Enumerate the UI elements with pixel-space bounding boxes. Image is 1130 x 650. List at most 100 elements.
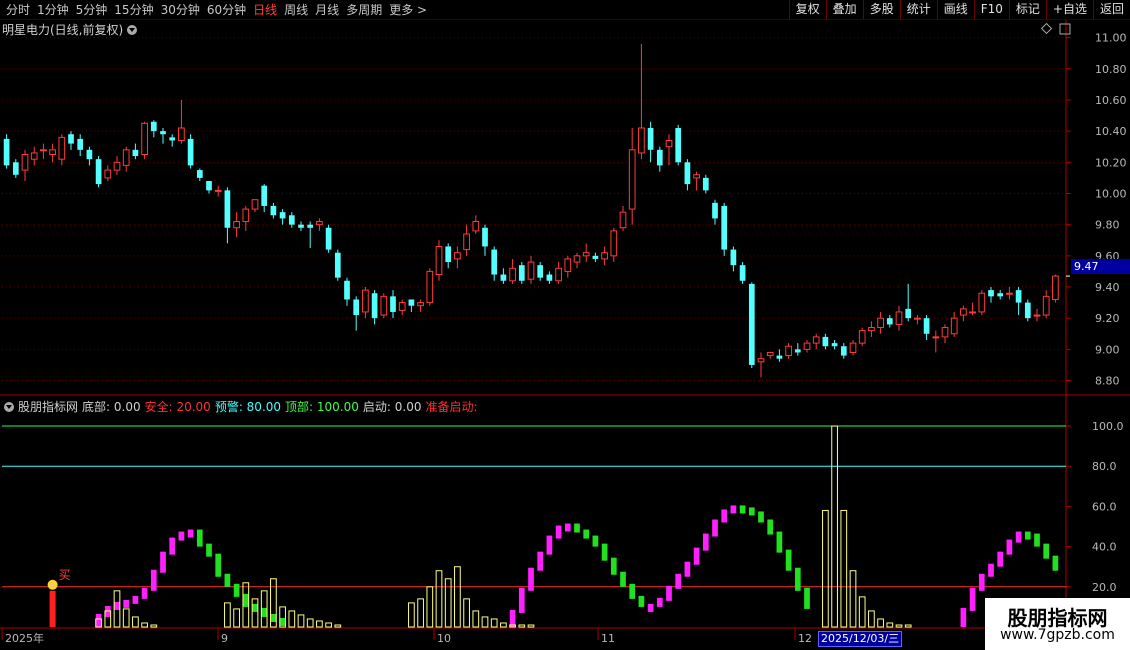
chart-canvas[interactable]: 8.809.009.209.409.609.8010.0010.2010.401… [0, 0, 1130, 650]
candle-body [803, 342, 811, 350]
oscillator-bar [592, 535, 599, 547]
candle-body [353, 299, 360, 316]
y-tick-label: 10.80 [1095, 63, 1127, 76]
candle-body [638, 127, 645, 154]
indicator-name: 股朋指标网 [18, 400, 79, 414]
candle-body [58, 136, 66, 160]
y-tick-label: 10.40 [1095, 125, 1127, 138]
y-tick-label: 9.20 [1095, 312, 1120, 325]
ind-tick-label: 60.0 [1092, 500, 1117, 513]
candle-body [886, 318, 893, 325]
panel-toggle-icon [1059, 23, 1071, 35]
diamond-icon [1040, 22, 1053, 35]
oscillator-bar [537, 551, 544, 571]
indicator-field-3: 顶部: 100.00 [285, 400, 359, 414]
candle-body [932, 336, 940, 339]
candle-body [371, 293, 378, 319]
oscillator-bar [104, 605, 111, 617]
strength-bar [490, 618, 498, 628]
oscillator-bar [997, 551, 1004, 567]
x-tick-label: 11 [601, 632, 615, 645]
oscillator-bar [785, 549, 792, 571]
oscillator-bar [160, 551, 166, 573]
candle-body [454, 252, 461, 260]
ind-tick-label: 40.0 [1092, 541, 1117, 554]
indicator-title: 股朋指标网 底部: 0.00 安全: 20.00 预警: 80.00 顶部: 100.… [2, 398, 482, 415]
candle-body [417, 302, 424, 307]
candle-body [30, 152, 38, 160]
candle-body [288, 215, 295, 225]
candle-body [1042, 295, 1050, 316]
candle-body [923, 318, 930, 334]
candle-body [206, 181, 212, 191]
candle-body [12, 162, 19, 175]
candle-body [665, 139, 673, 148]
candle-body [390, 296, 396, 312]
candle-body [122, 149, 130, 166]
candle-body [785, 345, 792, 357]
candle-body [362, 289, 369, 313]
candle-body [748, 283, 755, 365]
candle-body [693, 174, 700, 179]
candle-body [3, 138, 10, 166]
candle-body [684, 162, 691, 185]
oscillator-bar [574, 523, 580, 533]
candle-body [757, 358, 765, 363]
oscillator-bar [141, 587, 148, 599]
candle-body [628, 149, 636, 210]
candle-body [482, 227, 488, 247]
buy-signal-icon [47, 579, 58, 590]
oscillator-bar [804, 587, 810, 609]
candle-body [21, 154, 29, 171]
oscillator-bar [178, 531, 185, 541]
candle-body [960, 308, 967, 316]
candle-body [1033, 314, 1041, 317]
oscillator-bar [1015, 531, 1022, 543]
strength-bar [822, 509, 829, 628]
strength-bar [500, 622, 507, 628]
y-tick-label: 10.00 [1095, 187, 1127, 200]
oscillator-bar [712, 519, 718, 537]
candle-body [242, 208, 250, 223]
oscillator-bar [224, 573, 231, 587]
oscillator-bar [758, 511, 764, 523]
oscillator-bar [114, 601, 120, 610]
strength-bar [831, 425, 838, 628]
candle-body [546, 274, 553, 281]
strength-bar [877, 618, 884, 628]
indicator-menu-icon[interactable] [4, 401, 14, 412]
candle-body [463, 233, 470, 251]
candle-body [776, 355, 783, 359]
oscillator-bar [518, 587, 525, 613]
candle-body [573, 255, 581, 263]
oscillator-bar [1043, 543, 1050, 559]
strength-bar [463, 598, 470, 628]
oscillator-bar [629, 583, 636, 599]
candle-body [224, 190, 231, 228]
candle-body [601, 252, 608, 260]
candle-body [1006, 292, 1013, 295]
strength-bar [306, 618, 314, 628]
strength-bar [849, 570, 857, 628]
candle-body [509, 267, 516, 282]
candle-body [564, 258, 572, 272]
indicator-field-4: 启动: 0.00 [362, 400, 422, 414]
candle-body [794, 349, 801, 353]
candle-body [675, 128, 682, 163]
strength-bar [426, 586, 434, 628]
candle-body [941, 327, 949, 338]
strength-bar [297, 614, 305, 628]
candle-body [518, 265, 525, 281]
oscillator-bar [978, 573, 985, 591]
candle-body [988, 290, 994, 297]
strength-bar [251, 598, 259, 628]
oscillator-bar [233, 583, 240, 597]
candle-body [500, 274, 507, 281]
candle-body [702, 177, 709, 191]
oscillator-bar [1034, 533, 1040, 547]
candle-body [270, 205, 277, 216]
candle-body [969, 311, 976, 314]
candle-body [233, 221, 240, 229]
candle-body [739, 265, 746, 281]
candle-body [868, 327, 875, 332]
